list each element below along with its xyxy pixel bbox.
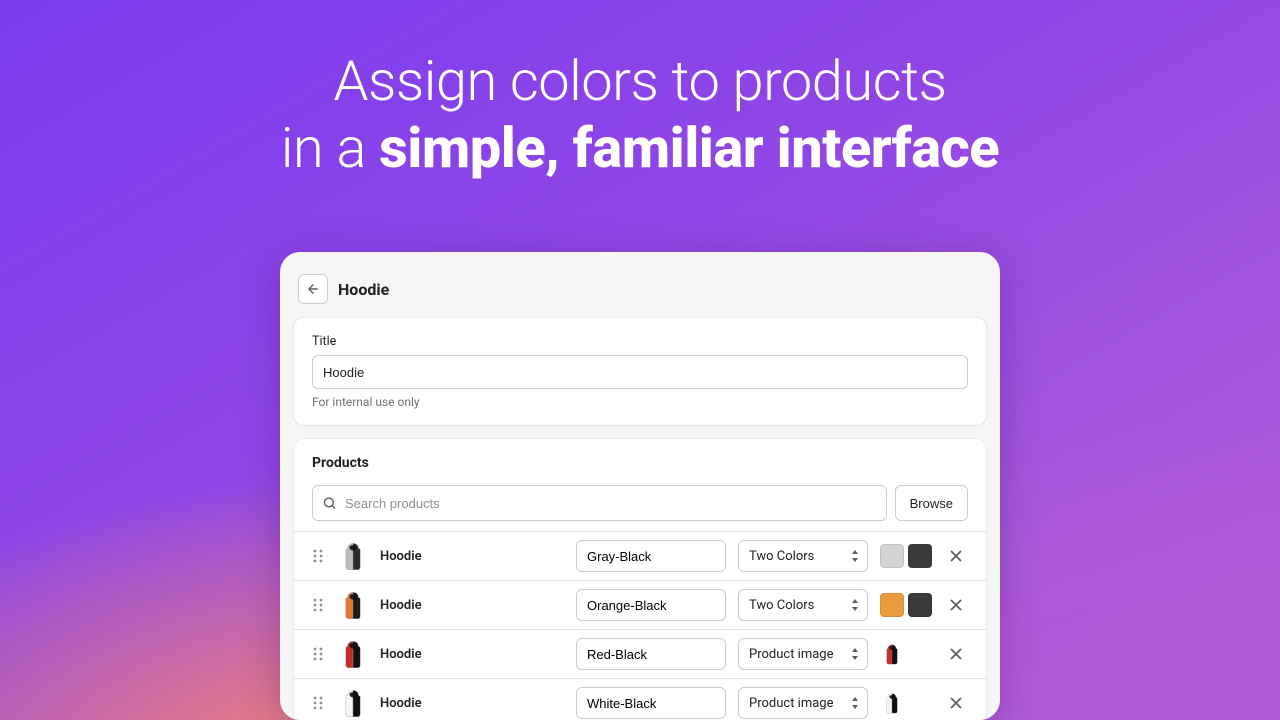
headline-line2-bold: simple, familiar interface [379,115,999,181]
close-icon [950,550,962,562]
product-row: Hoodie Product image [294,629,986,678]
app-panel: Hoodie Title For internal use only Produ… [280,252,1000,720]
product-name: Hoodie [380,598,564,613]
product-row: Hoodie Two Colors [294,580,986,629]
variant-input[interactable] [576,589,726,621]
variant-input[interactable] [576,687,726,719]
product-name: Hoodie [380,647,564,662]
display-mode-select[interactable]: Two Colors [738,589,868,621]
mini-thumb[interactable] [880,690,904,716]
product-image-preview [880,641,932,667]
products-card: Products Browse Hoodie Two Colors [294,439,986,720]
headline-line2-prefix: in a [281,115,379,181]
drag-handle-icon[interactable] [312,646,326,662]
drag-handle-icon[interactable] [312,597,326,613]
display-mode-value: Two Colors [749,549,814,564]
remove-row-button[interactable] [944,544,968,568]
display-mode-value: Product image [749,647,834,662]
product-image-preview [880,690,932,716]
product-row: Hoodie Product image [294,678,986,720]
variant-input[interactable] [576,638,726,670]
title-field-label: Title [312,334,968,349]
swatch-1[interactable] [880,593,904,617]
drag-handle-icon[interactable] [312,548,326,564]
display-mode-value: Two Colors [749,598,814,613]
close-icon [950,599,962,611]
product-thumbnail [338,589,368,621]
swatch-2[interactable] [908,544,932,568]
display-mode-select[interactable]: Two Colors [738,540,868,572]
select-arrows-icon [851,550,859,562]
drag-handle-icon[interactable] [312,695,326,711]
remove-row-button[interactable] [944,593,968,617]
browse-button[interactable]: Browse [895,485,968,521]
title-helper-text: For internal use only [312,395,968,409]
remove-row-button[interactable] [944,642,968,666]
product-row: Hoodie Two Colors [294,531,986,580]
product-thumbnail [338,687,368,719]
search-products-input[interactable] [312,485,887,521]
mini-thumb[interactable] [880,641,904,667]
close-icon [950,697,962,709]
display-mode-value: Product image [749,696,834,711]
back-button[interactable] [298,274,328,304]
arrow-left-icon [306,282,320,296]
remove-row-button[interactable] [944,691,968,715]
color-swatches [880,593,932,617]
swatch-2[interactable] [908,593,932,617]
product-name: Hoodie [380,549,564,564]
color-swatches [880,544,932,568]
product-name: Hoodie [380,696,564,711]
select-arrows-icon [851,648,859,660]
products-heading: Products [312,455,968,471]
search-icon [322,496,337,511]
title-input[interactable] [312,355,968,389]
title-card: Title For internal use only [294,318,986,425]
marketing-headline: Assign colors to products in a simple, f… [0,48,1280,182]
close-icon [950,648,962,660]
select-arrows-icon [851,697,859,709]
headline-line1: Assign colors to products [334,48,947,114]
page-title: Hoodie [338,280,389,299]
display-mode-select[interactable]: Product image [738,687,868,719]
display-mode-select[interactable]: Product image [738,638,868,670]
product-thumbnail [338,540,368,572]
select-arrows-icon [851,599,859,611]
product-thumbnail [338,638,368,670]
swatch-1[interactable] [880,544,904,568]
variant-input[interactable] [576,540,726,572]
